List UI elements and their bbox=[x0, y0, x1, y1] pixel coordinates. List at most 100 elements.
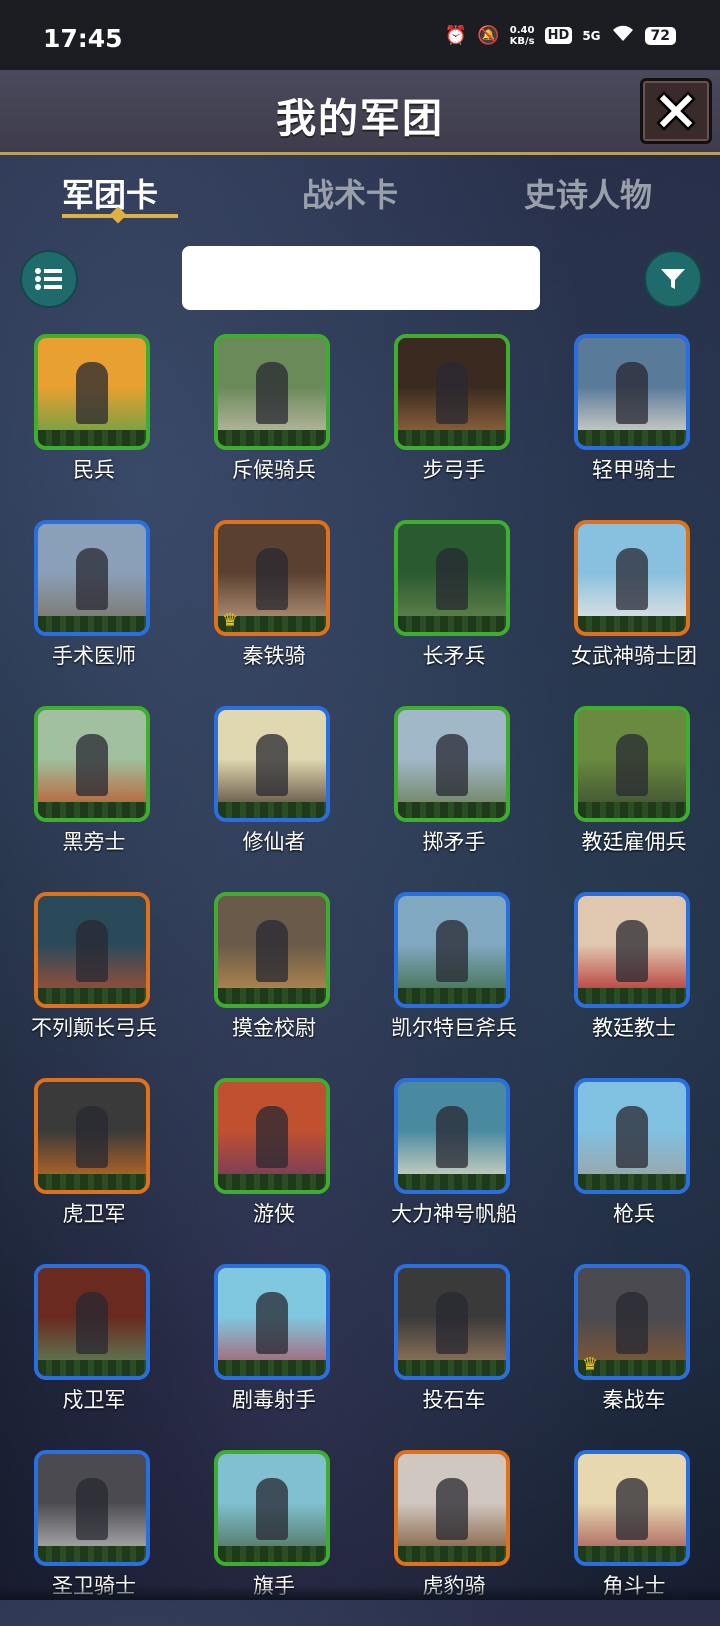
unit-figure bbox=[76, 1478, 108, 1540]
unit-portrait bbox=[394, 1264, 510, 1380]
unit-card[interactable]: ♛ 秦战车 bbox=[574, 1264, 694, 1440]
close-button[interactable] bbox=[640, 78, 712, 144]
unit-figure bbox=[436, 548, 468, 610]
grass-border bbox=[218, 1174, 326, 1190]
tab-bar: 军团卡 战术卡 史诗人物 bbox=[0, 160, 720, 230]
tab-epic-heroes[interactable]: 史诗人物 bbox=[524, 170, 652, 216]
unit-portrait bbox=[34, 1264, 150, 1380]
grass-border bbox=[218, 430, 326, 446]
page-title: 我的军团 bbox=[276, 96, 444, 142]
unit-figure bbox=[616, 362, 648, 424]
tab-legion-cards[interactable]: 军团卡 bbox=[62, 170, 158, 216]
unit-portrait bbox=[214, 892, 330, 1008]
unit-card[interactable]: 摸金校尉 bbox=[214, 892, 334, 1068]
unit-portrait bbox=[214, 706, 330, 822]
grass-border bbox=[218, 802, 326, 818]
unit-name: 虎卫军 bbox=[62, 1202, 126, 1226]
unit-name: 民兵 bbox=[73, 458, 115, 482]
unit-figure bbox=[256, 548, 288, 610]
unit-card[interactable]: 凯尔特巨斧兵 bbox=[391, 892, 517, 1068]
unit-card[interactable]: 轻甲骑士 bbox=[574, 334, 694, 510]
clock: 17:45 bbox=[43, 24, 123, 53]
unit-figure bbox=[256, 362, 288, 424]
grass-border bbox=[578, 802, 686, 818]
unit-portrait bbox=[394, 1450, 510, 1566]
unit-figure bbox=[256, 1478, 288, 1540]
unit-card[interactable]: ♛ 秦铁骑 bbox=[214, 520, 334, 696]
unit-name: 戍卫军 bbox=[62, 1388, 126, 1412]
unit-portrait: ♛ bbox=[574, 1264, 690, 1380]
grass-border bbox=[398, 1174, 506, 1190]
unit-card[interactable]: 剧毒射手 bbox=[214, 1264, 334, 1440]
grass-border bbox=[38, 1546, 146, 1562]
unit-card[interactable]: 教廷教士 bbox=[574, 892, 694, 1068]
unit-figure bbox=[436, 1292, 468, 1354]
unit-card[interactable]: 修仙者 bbox=[214, 706, 334, 882]
filter-button[interactable] bbox=[644, 250, 702, 308]
unit-card[interactable]: 斥候骑兵 bbox=[214, 334, 334, 510]
unit-portrait bbox=[34, 334, 150, 450]
unit-name: 游侠 bbox=[253, 1202, 295, 1226]
net-speed: 0.40 KB/s bbox=[509, 24, 535, 47]
status-bar: 17:45 ⏰ 🔕 0.40 KB/s HD 5G 72 bbox=[0, 0, 720, 70]
unit-portrait bbox=[34, 892, 150, 1008]
bottom-fade bbox=[0, 1586, 720, 1600]
unit-figure bbox=[76, 734, 108, 796]
unit-name: 摸金校尉 bbox=[232, 1016, 316, 1040]
unit-card[interactable]: 投石车 bbox=[394, 1264, 514, 1440]
unit-card[interactable]: 大力神号帆船 bbox=[391, 1078, 517, 1254]
tab-tactic-cards[interactable]: 战术卡 bbox=[302, 170, 398, 216]
grass-border bbox=[38, 430, 146, 446]
unit-card[interactable]: 手术医师 bbox=[34, 520, 154, 696]
unit-name: 修仙者 bbox=[242, 830, 306, 854]
unit-portrait bbox=[214, 1264, 330, 1380]
list-icon bbox=[35, 268, 62, 290]
grass-border bbox=[38, 988, 146, 1004]
unit-figure bbox=[436, 1478, 468, 1540]
unit-card[interactable]: 不列颠长弓兵 bbox=[31, 892, 157, 1068]
unit-card[interactable]: 民兵 bbox=[34, 334, 154, 510]
unit-card[interactable]: 游侠 bbox=[214, 1078, 334, 1254]
filter-icon bbox=[661, 269, 685, 289]
unit-card[interactable]: 枪兵 bbox=[574, 1078, 694, 1254]
unit-card[interactable]: 步弓手 bbox=[394, 334, 514, 510]
unit-card[interactable]: 黑旁士 bbox=[34, 706, 154, 882]
unit-figure bbox=[76, 1106, 108, 1168]
crown-icon: ♛ bbox=[582, 1354, 599, 1375]
unit-card[interactable]: 教廷雇佣兵 bbox=[574, 706, 694, 882]
grass-border bbox=[578, 988, 686, 1004]
grass-border bbox=[398, 1546, 506, 1562]
grass-border bbox=[218, 1360, 326, 1376]
unit-figure bbox=[436, 362, 468, 424]
grass-border bbox=[38, 802, 146, 818]
unit-portrait bbox=[574, 1450, 690, 1566]
alarm-icon: ⏰ bbox=[444, 25, 468, 46]
unit-figure bbox=[76, 548, 108, 610]
unit-figure bbox=[256, 1106, 288, 1168]
unit-figure bbox=[616, 1292, 648, 1354]
grass-border bbox=[398, 802, 506, 818]
unit-card[interactable]: 长矛兵 bbox=[394, 520, 514, 696]
unit-card[interactable]: 掷矛手 bbox=[394, 706, 514, 882]
unit-card[interactable]: 女武神骑士团 bbox=[571, 520, 697, 696]
status-icons: ⏰ 🔕 0.40 KB/s HD 5G 72 bbox=[445, 24, 676, 47]
unit-name: 秦铁骑 bbox=[242, 644, 306, 668]
unit-portrait: ♛ bbox=[214, 520, 330, 636]
grass-border bbox=[38, 1174, 146, 1190]
unit-card[interactable]: 戍卫军 bbox=[34, 1264, 154, 1440]
unit-portrait bbox=[394, 706, 510, 822]
grass-border bbox=[578, 616, 686, 632]
grass-border bbox=[578, 430, 686, 446]
list-view-button[interactable] bbox=[20, 250, 78, 308]
unit-portrait bbox=[214, 334, 330, 450]
search-input[interactable] bbox=[182, 246, 540, 310]
unit-portrait bbox=[394, 334, 510, 450]
wifi-icon bbox=[611, 24, 635, 47]
unit-card[interactable]: 虎卫军 bbox=[34, 1078, 154, 1254]
unit-portrait bbox=[574, 892, 690, 1008]
unit-portrait bbox=[574, 706, 690, 822]
unit-figure bbox=[436, 1106, 468, 1168]
unit-figure bbox=[436, 920, 468, 982]
unit-portrait bbox=[214, 1078, 330, 1194]
grass-border bbox=[398, 988, 506, 1004]
